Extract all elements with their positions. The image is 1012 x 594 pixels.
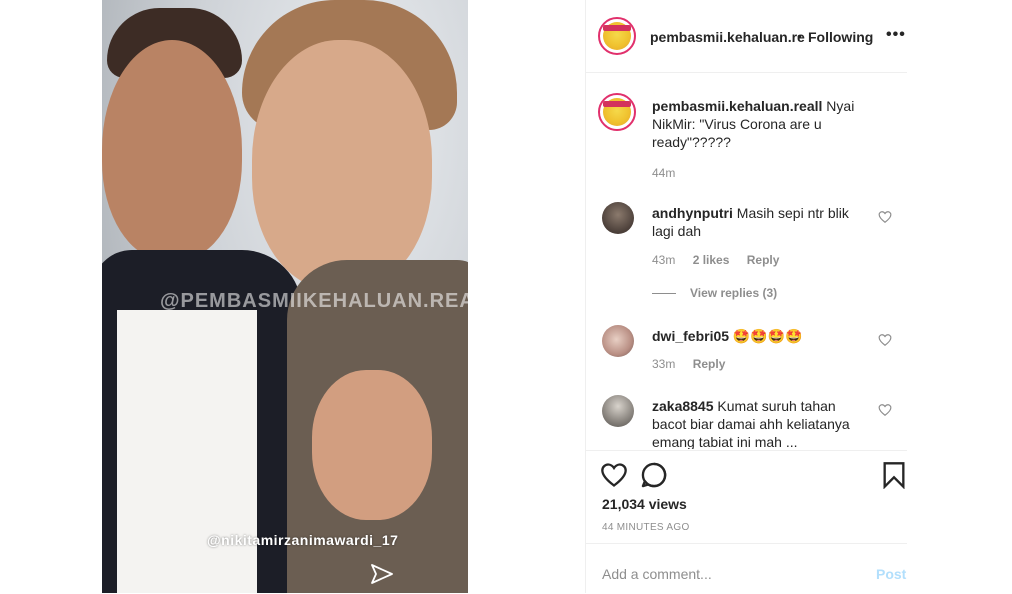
like-heart-icon[interactable] xyxy=(878,210,892,224)
comment-input[interactable]: Add a comment... xyxy=(602,566,712,582)
commenter-avatar[interactable] xyxy=(602,202,634,234)
caption-text: pembasmii.kehaluan.reall Nyai NikMir: "V… xyxy=(652,97,862,151)
author-username[interactable]: pembasmii.kehaluan.re xyxy=(650,29,805,45)
more-options-icon[interactable]: ••• xyxy=(886,26,906,44)
author-avatar[interactable] xyxy=(598,17,636,55)
comment-time[interactable]: 33m xyxy=(652,357,675,371)
comment-likes[interactable]: 2 likes xyxy=(693,253,730,267)
comment-username[interactable]: andhynputri xyxy=(652,205,733,221)
comment-bubble-icon[interactable] xyxy=(640,461,668,489)
left-person-shirt xyxy=(117,310,257,593)
bookmark-icon[interactable] xyxy=(880,461,908,489)
following-button[interactable]: Following xyxy=(808,29,873,45)
avatar-logo-band xyxy=(603,101,631,107)
comments-list[interactable]: pembasmii.kehaluan.reall Nyai NikMir: "V… xyxy=(586,73,908,449)
comment-text: andhynputri Masih sepi ntr blik lagi dah xyxy=(652,204,862,240)
share-arrow-icon[interactable] xyxy=(370,563,394,585)
caption-timestamp[interactable]: 44m xyxy=(652,166,675,180)
reply-button[interactable]: Reply xyxy=(747,253,780,267)
replies-divider xyxy=(652,293,676,295)
view-replies[interactable]: View replies (3) xyxy=(652,286,791,300)
comment-composer: Add a comment... Post xyxy=(586,543,908,594)
comment-username[interactable]: dwi_febri05 xyxy=(652,328,729,344)
like-heart-icon[interactable] xyxy=(878,333,892,347)
caption-username[interactable]: pembasmii.kehaluan.reall xyxy=(652,98,822,114)
page-margin xyxy=(907,0,1012,593)
view-count[interactable]: 21,034 views xyxy=(602,496,687,512)
reply-button[interactable]: Reply xyxy=(693,357,726,371)
right-person-face xyxy=(252,40,432,290)
comment-meta: 33m Reply xyxy=(652,357,739,371)
post-side-panel: pembasmii.kehaluan.re • Following ••• pe… xyxy=(585,0,908,593)
commenter-avatar[interactable] xyxy=(602,395,634,427)
video-watermark: @PEMBASMIIKEHALUAN.REAL xyxy=(160,290,468,312)
post-actions: 21,034 views 44 MINUTES AGO xyxy=(586,450,908,543)
caption-time: 44m xyxy=(652,166,689,180)
comment-body: 🤩🤩🤩🤩 xyxy=(729,328,803,344)
left-person-face xyxy=(102,40,242,260)
comment-username[interactable]: zaka8845 xyxy=(652,398,714,414)
video-mention-tag: @nikitamirzanimawardi_17 xyxy=(207,532,399,548)
comment-time[interactable]: 43m xyxy=(652,253,675,267)
commenter-avatar[interactable] xyxy=(602,325,634,357)
comment-text: dwi_febri05 🤩🤩🤩🤩 xyxy=(652,327,862,345)
like-heart-icon[interactable] xyxy=(600,461,628,489)
header-separator: • xyxy=(797,28,802,44)
right-person-hand xyxy=(312,370,432,520)
post-video[interactable]: @PEMBASMIIKEHALUAN.REAL @nikitamirzanima… xyxy=(102,0,468,593)
avatar-logo-band xyxy=(603,25,631,31)
post-timestamp[interactable]: 44 MINUTES AGO xyxy=(602,522,690,533)
comment-text: zaka8845 Kumat suruh tahan bacot biar da… xyxy=(652,397,862,449)
view-replies-label[interactable]: View replies (3) xyxy=(690,286,777,300)
post-header: pembasmii.kehaluan.re • Following ••• xyxy=(586,0,908,73)
like-heart-icon[interactable] xyxy=(878,403,892,417)
post-comment-button[interactable]: Post xyxy=(876,566,906,582)
caption-author-avatar[interactable] xyxy=(598,93,636,131)
comment-meta: 43m 2 likes Reply xyxy=(652,253,793,267)
